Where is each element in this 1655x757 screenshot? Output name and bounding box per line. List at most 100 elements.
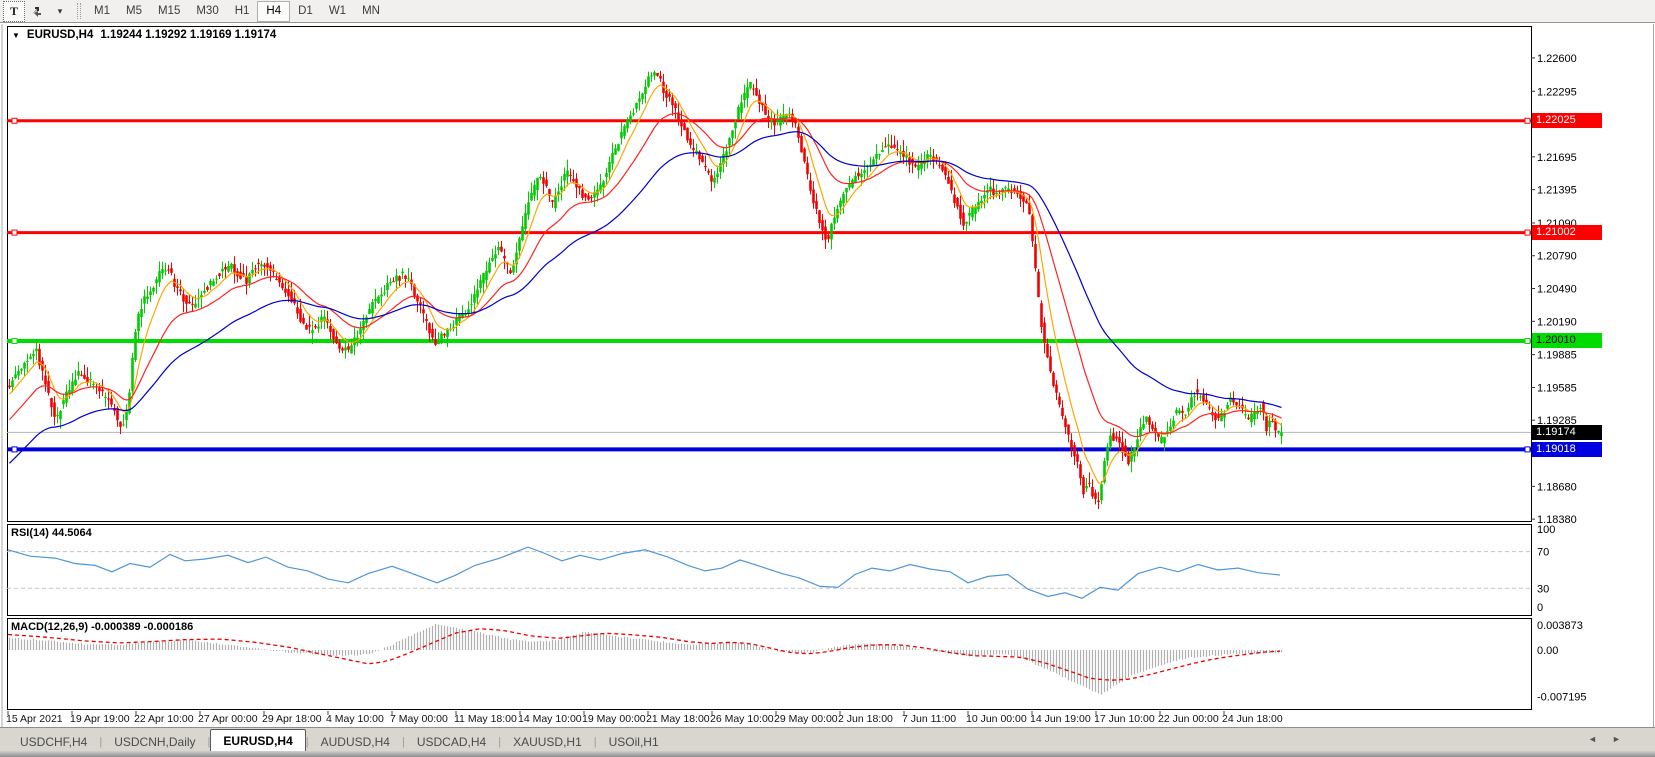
tab-scroll-left-icon[interactable]: ◄: [1588, 734, 1597, 744]
price-axis-label: 1.19585: [1537, 382, 1577, 394]
chart-tab-xauusd[interactable]: XAUUSD,H1: [501, 732, 594, 751]
candle-body: [395, 275, 398, 281]
chart-tab-usdcad[interactable]: USDCAD,H4: [405, 732, 498, 751]
candle-body: [602, 181, 605, 187]
timeframe-button-h1[interactable]: H1: [227, 2, 258, 21]
candle-body: [191, 304, 194, 305]
candle-body: [803, 149, 806, 162]
date-axis-label: 29 Apr 18:00: [262, 713, 322, 725]
date-axis-label: 19 Apr 19:00: [70, 713, 130, 725]
candle-body: [1088, 483, 1091, 484]
candle-body: [1190, 397, 1193, 408]
candle-body: [857, 173, 860, 177]
timeframe-button-m5[interactable]: M5: [118, 2, 150, 21]
date-axis-label: 24 Jun 18:00: [1222, 713, 1283, 725]
candle-body: [53, 402, 56, 416]
candle-body: [950, 180, 953, 190]
candle-body: [482, 273, 485, 284]
chart-tab-usoil[interactable]: USOil,H1: [597, 732, 671, 751]
candle-body: [1280, 432, 1283, 436]
timeframe-button-m15[interactable]: M15: [150, 2, 188, 21]
date-axis-label: 7 Jun 11:00: [902, 713, 956, 725]
macd-panel-border: [8, 619, 1532, 710]
chart-tab-usdcnh[interactable]: USDCNH,Daily: [102, 732, 207, 751]
candle-body: [302, 318, 305, 324]
candle-body: [689, 139, 692, 145]
candle-body: [1136, 439, 1139, 447]
chart-tab-bar: USDCHF,H4|USDCNH,Daily|EURUSD,H4|AUDUSD,…: [0, 727, 1655, 751]
candle-body: [437, 341, 440, 344]
candle-body: [266, 263, 269, 267]
candle-body: [737, 107, 740, 119]
candle-body: [629, 116, 632, 122]
date-axis-label: 14 Jun 19:00: [1030, 713, 1091, 725]
date-axis-label: 29 May 00:00: [774, 713, 838, 725]
candle-body: [728, 138, 731, 145]
candle-body: [254, 268, 257, 269]
date-axis-label: 17 Jun 10:00: [1094, 713, 1155, 725]
chart-tab-usdchf[interactable]: USDCHF,H4: [8, 732, 99, 751]
timeframe-button-w1[interactable]: W1: [321, 2, 354, 21]
candle-body: [350, 345, 353, 353]
candle-body: [140, 309, 143, 317]
candle-body: [377, 296, 380, 303]
candle-body: [650, 75, 653, 76]
candle-body: [359, 328, 362, 334]
current-price-badge: 1.19174: [1532, 425, 1602, 440]
candle-body: [1073, 445, 1076, 456]
candle-body: [671, 97, 674, 105]
candle-body: [1139, 427, 1142, 436]
candle-body: [716, 174, 719, 177]
date-axis-label: 14 May 10:00: [518, 713, 582, 725]
candle-body: [551, 200, 554, 202]
candle-body: [344, 347, 347, 350]
candle-body: [311, 330, 314, 333]
candle-body: [527, 202, 530, 214]
candle-body: [725, 151, 728, 156]
candle-body: [560, 187, 563, 191]
candle-body: [755, 88, 758, 96]
timeframe-button-d1[interactable]: D1: [290, 2, 321, 21]
candle-body: [800, 136, 803, 152]
candle-body: [248, 274, 251, 284]
arrows-tool-button[interactable]: [27, 2, 47, 21]
candle-body: [500, 247, 503, 252]
candle-body: [137, 314, 140, 331]
chart-tab-eurusd[interactable]: EURUSD,H4: [210, 729, 305, 751]
candle-body: [1034, 244, 1037, 268]
candle-body: [455, 318, 458, 325]
timeframe-button-m30[interactable]: M30: [188, 2, 226, 21]
candle-body: [956, 198, 959, 207]
candle-body: [1070, 440, 1073, 448]
candle-body: [590, 197, 593, 198]
chart-canvas[interactable]: 1.226001.222951.219951.216951.213951.210…: [0, 0, 1655, 757]
candle-body: [1082, 477, 1085, 494]
candle-body: [1175, 410, 1178, 413]
chart-tab-audusd[interactable]: AUDUSD,H4: [309, 732, 402, 751]
price-axis-label: 1.22295: [1537, 86, 1577, 98]
ma-fast-line: [10, 85, 1282, 483]
candle-body: [134, 332, 137, 360]
candle-body: [827, 235, 830, 239]
candle-body: [767, 116, 770, 118]
tab-scroll-right-icon[interactable]: ►: [1612, 734, 1621, 744]
candle-body: [845, 188, 848, 193]
date-axis-label: 22 Apr 10:00: [134, 713, 194, 725]
candle-body: [35, 349, 38, 352]
candle-body: [740, 102, 743, 112]
toolbar-grip[interactable]: [77, 3, 81, 19]
text-tool-button[interactable]: T: [3, 1, 25, 22]
candle-body: [818, 210, 821, 223]
chart-collapse-icon[interactable]: ▼: [12, 31, 20, 40]
hline-handle: [12, 118, 17, 123]
timeframe-button-h4[interactable]: H4: [257, 1, 290, 22]
candle-body: [299, 309, 302, 322]
timeframe-button-m1[interactable]: M1: [86, 2, 118, 21]
tool-dropdown-caret[interactable]: ▾: [50, 2, 70, 21]
candle-body: [1118, 437, 1121, 443]
candle-body: [983, 195, 986, 199]
timeframe-button-mn[interactable]: MN: [354, 2, 388, 21]
candle-body: [131, 358, 134, 391]
candle-body: [422, 309, 425, 313]
price-axis-label: 1.21395: [1537, 185, 1577, 197]
